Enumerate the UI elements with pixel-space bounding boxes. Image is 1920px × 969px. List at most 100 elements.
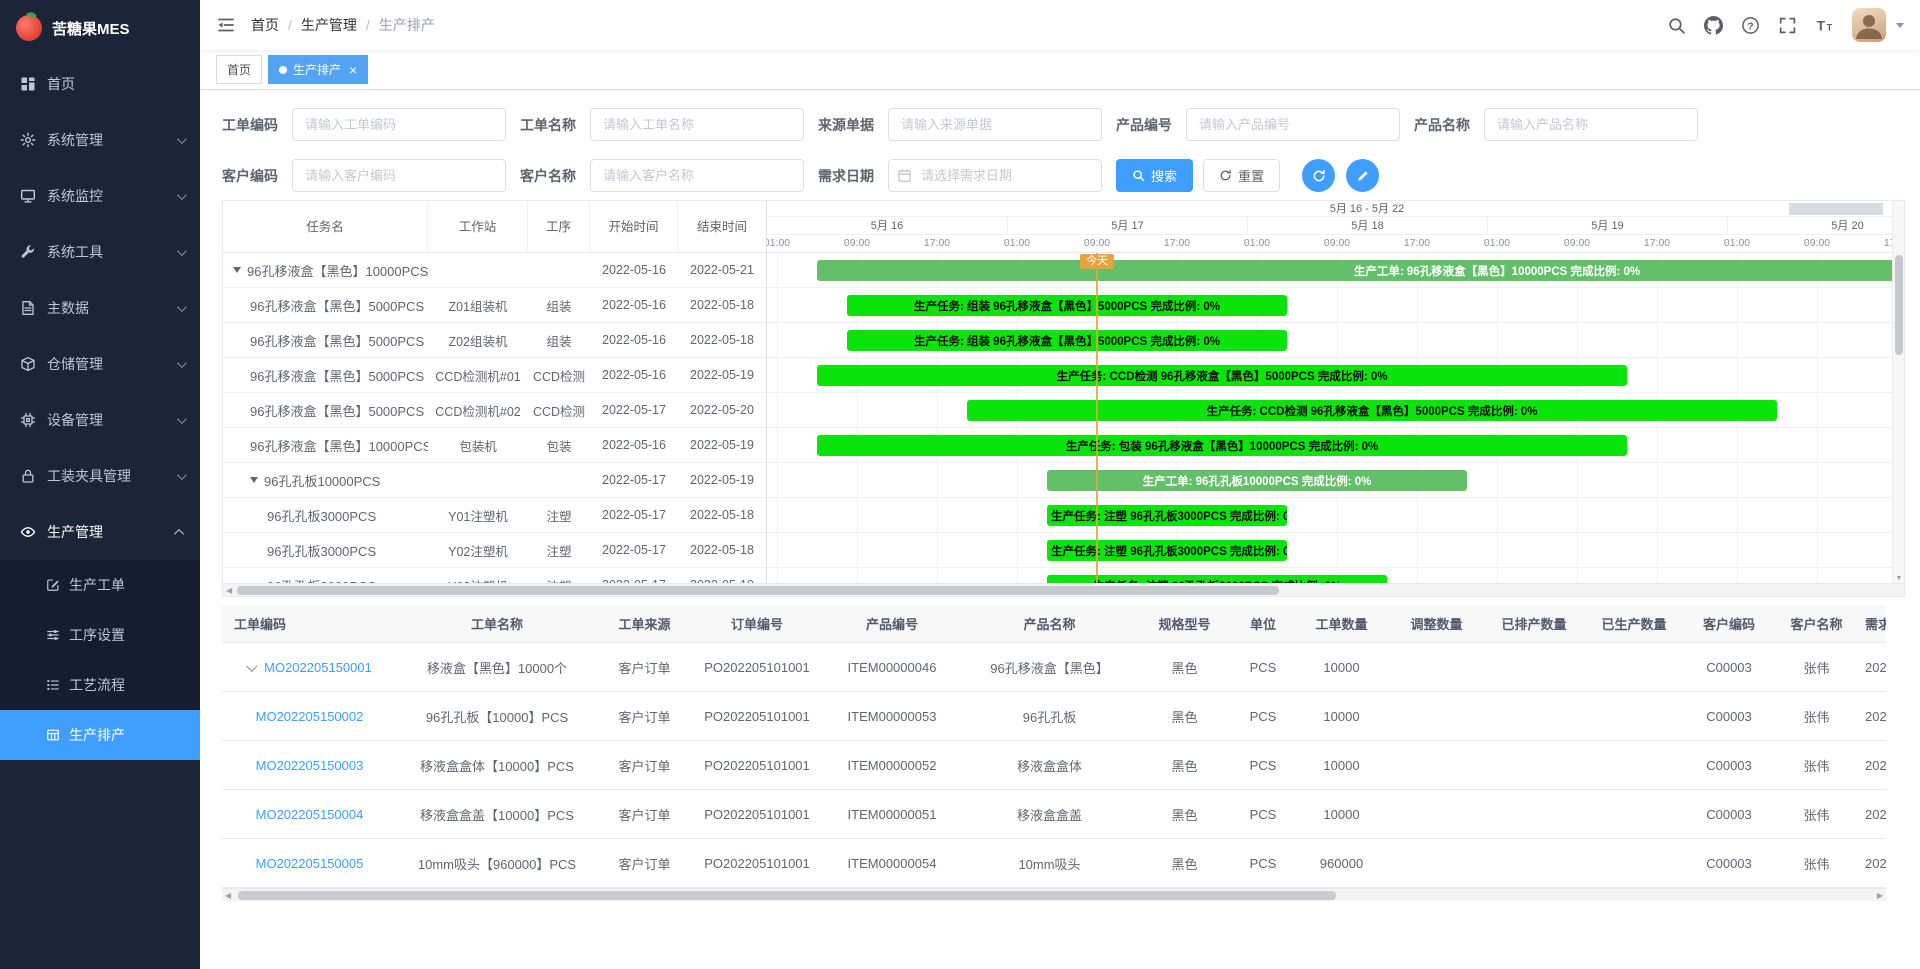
due-date-input[interactable]: [888, 159, 1102, 192]
sidebar-item-work-order[interactable]: 生产工单: [0, 560, 200, 610]
gantt-task-row[interactable]: 96孔移液盒【黑色】10000PCS包装机包装2022-05-162022-05…: [223, 428, 766, 463]
search-icon[interactable]: [1667, 16, 1686, 35]
sidebar-item-master-data[interactable]: 主数据: [0, 280, 200, 336]
sidebar-item-scheduling[interactable]: 生产排产: [0, 710, 200, 760]
caret-down-icon[interactable]: [233, 267, 241, 273]
breadcrumb-item[interactable]: 生产管理: [301, 15, 357, 35]
tab-1[interactable]: 生产排产×: [268, 55, 368, 84]
sidebar-item-production[interactable]: 生产管理: [0, 504, 200, 560]
gantt-bar-label: 生产任务: 注塑 96孔孔板3000PCS 完成比例: 0%: [1047, 508, 1287, 524]
app-logo[interactable]: 苦糖果MES: [0, 0, 200, 56]
gantt-horizontal-scrollbar[interactable]: ◀: [223, 583, 1904, 596]
table-row[interactable]: MO20220515000510mm吸头【960000】PCS客户订单PO202…: [222, 839, 1886, 888]
customer-name-input[interactable]: [590, 159, 804, 192]
orders-horizontal-scrollbar[interactable]: ◀ ▶: [222, 888, 1886, 901]
sidebar-item-equipment[interactable]: 设备管理: [0, 392, 200, 448]
sidebar-item-label: 系统监控: [47, 186, 103, 206]
table-row[interactable]: MO202205150003移液盒盒体【10000】PCS客户订单PO20220…: [222, 741, 1886, 790]
gantt-task-row[interactable]: 96孔移液盒【黑色】5000PCSZ02组装机组装2022-05-162022-…: [223, 323, 766, 358]
font-size-icon[interactable]: TT: [1815, 16, 1834, 35]
sidebar-item-home[interactable]: 首页: [0, 56, 200, 112]
workorder-link[interactable]: MO202205150003: [256, 758, 364, 773]
tabs-bar: 首页生产排产×: [200, 50, 1920, 90]
task-name-cell: 96孔孔板10000PCS: [223, 471, 428, 490]
gantt-bar-task[interactable]: 生产任务: CCD检测 96孔移液盒【黑色】5000PCS 完成比例: 0%: [817, 365, 1627, 386]
gantt-bar-task[interactable]: 生产任务: 注塑 96孔孔板3000PCS 完成比例: 0%: [1047, 540, 1287, 561]
chevron-down-icon[interactable]: [246, 661, 257, 672]
gantt-bar-order[interactable]: 生产工单: 96孔孔板10000PCS 完成比例: 0%: [1047, 470, 1467, 491]
table-cell: 张伟: [1774, 707, 1859, 726]
gantt-bar-task[interactable]: 生产任务: 组装 96孔移液盒【黑色】5000PCS 完成比例: 0%: [847, 295, 1287, 316]
gantt-bar-task[interactable]: 生产任务: 组装 96孔移液盒【黑色】5000PCS 完成比例: 0%: [847, 330, 1287, 351]
sidebar-item-process-flow[interactable]: 工艺流程: [0, 660, 200, 710]
help-icon[interactable]: ?: [1741, 16, 1760, 35]
hamburger-icon[interactable]: [216, 15, 236, 35]
scrollbar-thumb[interactable]: [1895, 255, 1903, 355]
scroll-left-icon[interactable]: ◀: [225, 891, 231, 900]
product-name-input[interactable]: [1484, 108, 1698, 141]
scroll-down-icon[interactable]: ▼: [1893, 575, 1905, 582]
scrollbar-thumb[interactable]: [238, 891, 1336, 900]
customer-code-input[interactable]: [292, 159, 506, 192]
github-icon[interactable]: [1704, 16, 1723, 35]
gantt-task-row[interactable]: 96孔孔板3000PCSY01注塑机注塑2022-05-172022-05-18: [223, 498, 766, 533]
gantt-vertical-scrollbar[interactable]: ▼: [1892, 201, 1904, 583]
breadcrumb-item[interactable]: 首页: [251, 15, 279, 35]
gantt-task-row[interactable]: 96孔孔板3000PCSY03注塑机注塑2022-05-172022-05-19: [223, 568, 766, 583]
sidebar-item-warehouse[interactable]: 仓储管理: [0, 336, 200, 392]
search-button[interactable]: 搜索: [1116, 159, 1193, 192]
chevron-down-icon[interactable]: [1896, 23, 1904, 28]
caret-down-icon[interactable]: [250, 477, 258, 483]
workorder-code-input[interactable]: [292, 108, 506, 141]
fullscreen-icon[interactable]: [1778, 16, 1797, 35]
avatar[interactable]: [1852, 8, 1886, 42]
sidebar-item-label: 设备管理: [47, 410, 103, 430]
gantt-task-row[interactable]: 96孔移液盒【黑色】5000PCSCCD检测机#02CCD检测2022-05-1…: [223, 393, 766, 428]
close-icon[interactable]: ×: [349, 63, 357, 77]
workorder-link[interactable]: MO202205150002: [256, 709, 364, 724]
gantt-task-row[interactable]: 96孔孔板10000PCS2022-05-172022-05-19: [223, 463, 766, 498]
workorder-link[interactable]: MO202205150005: [256, 856, 364, 871]
workorder-name-input[interactable]: [590, 108, 804, 141]
sync-icon: [1312, 169, 1326, 183]
tab-0[interactable]: 首页: [216, 55, 262, 84]
sidebar-item-process-setting[interactable]: 工序设置: [0, 610, 200, 660]
product-code-input[interactable]: [1186, 108, 1400, 141]
workorder-code-cell: MO202205150003: [222, 758, 397, 773]
sidebar-item-tools[interactable]: 系统工具: [0, 224, 200, 280]
gantt-bar-task[interactable]: 生产任务: 包装 96孔移液盒【黑色】10000PCS 完成比例: 0%: [817, 435, 1627, 456]
gantt-column-header: 工序: [528, 201, 590, 253]
gantt-bar-order[interactable]: 生产工单: 96孔移液盒【黑色】10000PCS 完成比例: 0%: [817, 260, 1892, 281]
sidebar-item-monitor[interactable]: 系统监控: [0, 168, 200, 224]
table-row[interactable]: MO202205150001移液盒【黑色】10000个客户订单PO2022051…: [222, 643, 1886, 692]
task-name-cell: 96孔移液盒【黑色】5000PCS: [223, 401, 428, 420]
workorder-link[interactable]: MO202205150001: [264, 660, 372, 675]
filter-label: 工单编码: [222, 115, 284, 135]
edit-button[interactable]: [1346, 159, 1379, 192]
table-cell: ITEM00000051: [822, 807, 962, 822]
gantt-task-row[interactable]: 96孔移液盒【黑色】5000PCSZ01组装机组装2022-05-162022-…: [223, 288, 766, 323]
sidebar-item-system[interactable]: 系统管理: [0, 112, 200, 168]
gantt-task-row[interactable]: 96孔移液盒【黑色】10000PCS2022-05-162022-05-21: [223, 253, 766, 288]
gantt-bar-task[interactable]: 生产任务: 注塑 96孔孔板3000PCS 完成比例: 0%: [1047, 505, 1287, 526]
lock-icon: [20, 468, 36, 484]
gantt-task-row[interactable]: 96孔移液盒【黑色】5000PCSCCD检测机#01CCD检测2022-05-1…: [223, 358, 766, 393]
workorder-link[interactable]: MO202205150004: [256, 807, 364, 822]
source-doc-input[interactable]: [888, 108, 1102, 141]
table-row[interactable]: MO20220515000296孔孔板【10000】PCS客户订单PO20220…: [222, 692, 1886, 741]
gantt-bar-task[interactable]: 生产任务: CCD检测 96孔移液盒【黑色】5000PCS 完成比例: 0%: [967, 400, 1777, 421]
chevron-down-icon: [177, 134, 187, 144]
gantt-task-row[interactable]: 96孔孔板3000PCSY02注塑机注塑2022-05-172022-05-18: [223, 533, 766, 568]
table-row[interactable]: MO202205150004移液盒盒盖【10000】PCS客户订单PO20220…: [222, 790, 1886, 839]
timeline-hour-label: 17:00: [1164, 235, 1190, 252]
scroll-left-icon[interactable]: ◀: [226, 586, 232, 595]
gantt-row-line: [767, 498, 1892, 533]
scrollbar-thumb[interactable]: [237, 586, 1279, 595]
gantt-bar-task[interactable]: 生产任务: 注塑 96孔孔板3000PCS 完成比例: 0%: [1047, 575, 1387, 583]
eye-icon: [20, 524, 36, 540]
refresh-button[interactable]: [1302, 159, 1335, 192]
sidebar-item-fixture[interactable]: 工装夹具管理: [0, 448, 200, 504]
reset-button[interactable]: 重置: [1203, 159, 1280, 192]
task-end-date: 2022-05-18: [678, 298, 766, 312]
scroll-right-icon[interactable]: ▶: [1877, 891, 1883, 900]
